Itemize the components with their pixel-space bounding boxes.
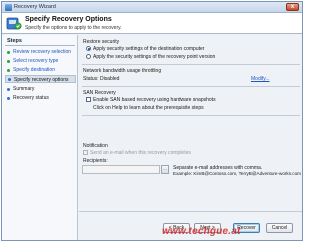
options-content: Restore security Apply security settings… [79,35,302,240]
steps-panel: Steps Review recovery selection Select r… [2,35,78,240]
recovery-wizard-window: Recovery Wizard x Specify Recovery Optio… [1,1,303,241]
step-pending-icon [7,96,10,100]
steps-divider [5,45,75,46]
step-complete-icon [7,59,10,63]
san-recovery-heading: SAN Recovery [83,90,116,96]
modify-throttling-link[interactable]: Modify... [251,76,270,82]
san-help-text: Click on Help to learn about the prerequ… [93,105,204,111]
step-specify-destination[interactable]: Specify destination [5,66,76,74]
step-current-icon [8,77,11,81]
radio-recovery-point-security-label[interactable]: Apply the security settings of the recov… [93,54,215,60]
restore-security-heading: Restore security [83,39,120,45]
recipients-browse-button[interactable]: ... [161,165,169,174]
recipients-example: Example: KimB@Contoso.com, TerryB@Advent… [173,171,301,176]
window-title: Recovery Wizard [14,4,56,10]
step-label: Specify destination [13,67,55,73]
send-email-label: Send an e-mail when this recovery comple… [90,150,191,156]
step-recovery-status: Recovery status [5,94,76,102]
app-icon [5,4,12,11]
radio-destination-security[interactable] [86,46,91,51]
section-divider [82,86,300,87]
footer-divider [79,211,302,212]
step-specify-recovery-options[interactable]: Specify recovery options [5,75,76,83]
radio-destination-security-label[interactable]: Apply security settings of the destinati… [93,46,204,52]
cancel-button[interactable]: Cancel [266,223,293,233]
section-divider [82,115,300,116]
step-label: Select recovery type [13,58,59,64]
enable-san-recovery-checkbox[interactable] [86,97,91,102]
page-subtitle: Specify the options to apply to the reco… [25,25,122,31]
recipients-input[interactable] [82,165,160,174]
title-bar: Recovery Wizard x [2,2,302,13]
recovery-wizard-icon [6,17,22,30]
step-review-recovery-selection[interactable]: Review recovery selection [5,48,76,56]
step-label: Specify recovery options [14,77,69,83]
enable-san-recovery-label[interactable]: Enable SAN based recovery using hardware… [93,97,216,103]
section-divider [82,64,300,65]
step-complete-icon [7,68,10,72]
step-summary: Summary [5,85,76,93]
window-close-button[interactable]: x [286,3,299,11]
send-email-checkbox[interactable] [83,150,88,155]
step-label: Summary [13,86,35,92]
wizard-header: Specify Recovery Options Specify the opt… [2,13,302,34]
step-pending-icon [7,87,10,91]
throttling-heading: Network bandwidth usage throttling [83,68,162,74]
throttling-status: Status: Disabled [83,76,120,82]
step-label: Review recovery selection [13,49,72,55]
site-watermark: www.techgue.at [162,226,241,237]
recipients-label: Recipients: [83,158,108,164]
step-label: Recovery status [13,95,49,101]
step-complete-icon [7,50,10,54]
radio-recovery-point-security[interactable] [86,54,91,59]
step-select-recovery-type[interactable]: Select recovery type [5,57,76,65]
page-title: Specify Recovery Options [25,16,112,23]
notification-heading: Notification [83,143,108,149]
steps-heading: Steps [7,38,22,44]
